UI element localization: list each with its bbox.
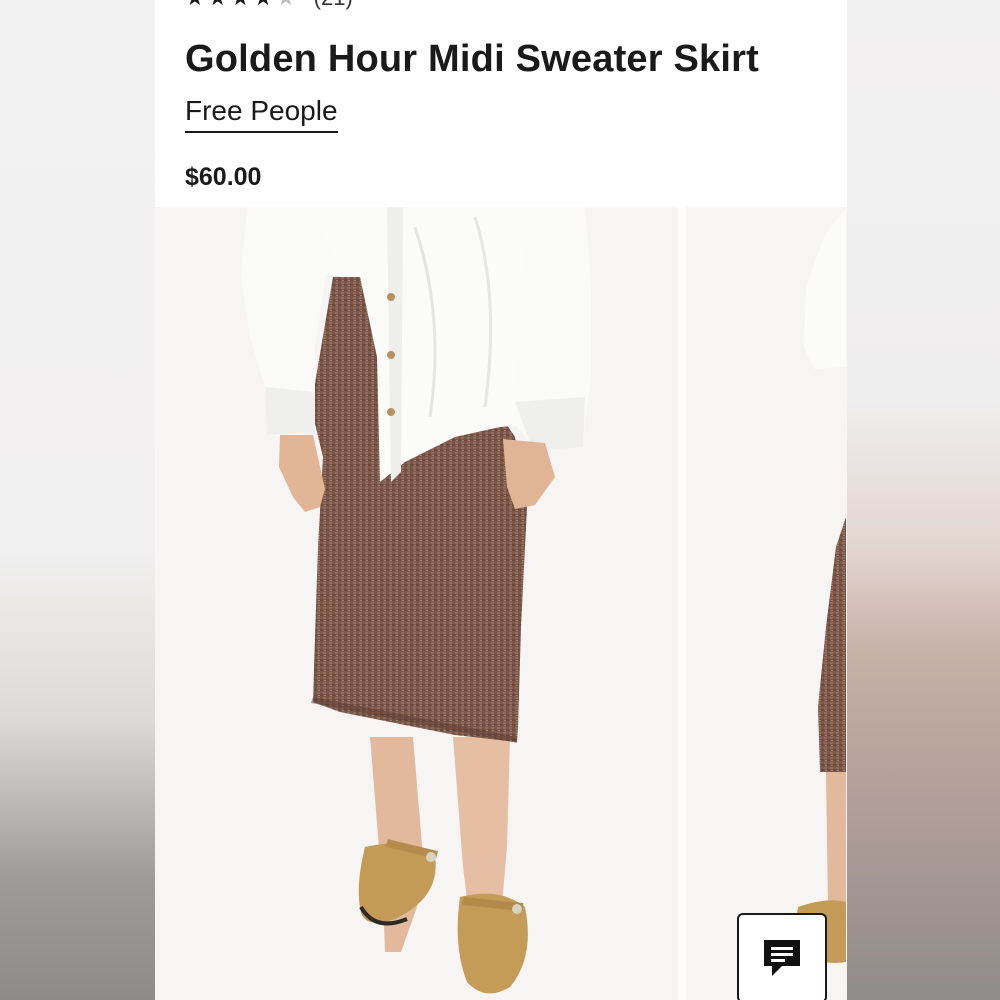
star-icon: ★: [230, 0, 250, 9]
star-icon: ★: [185, 0, 205, 9]
blurred-background-right: [847, 0, 1000, 1000]
brand-link[interactable]: Free People: [185, 95, 338, 133]
half-star-icon: ★: [276, 0, 296, 9]
review-count[interactable]: (21): [314, 0, 353, 11]
chat-bubble-icon: [764, 940, 800, 976]
rating-stars: ★ ★ ★ ★ ★: [185, 0, 296, 9]
model-wearing-skirt-image: [155, 207, 678, 1000]
image-gallery[interactable]: [155, 207, 847, 1000]
model-wearing-skirt-side-image: [686, 207, 847, 1000]
product-image-main[interactable]: [155, 207, 678, 1000]
blurred-background-left: [0, 0, 155, 1000]
product-title: Golden Hour Midi Sweater Skirt: [185, 38, 759, 80]
star-icon: ★: [253, 0, 273, 9]
product-price: $60.00: [185, 163, 262, 191]
product-image-next[interactable]: [686, 207, 847, 1000]
star-icon: ★: [208, 0, 228, 9]
product-page: ★ ★ ★ ★ ★ (21) Golden Hour Midi Sweater …: [155, 0, 847, 1000]
rating-row[interactable]: ★ ★ ★ ★ ★ (21): [185, 0, 353, 10]
chat-button[interactable]: [737, 913, 827, 1000]
